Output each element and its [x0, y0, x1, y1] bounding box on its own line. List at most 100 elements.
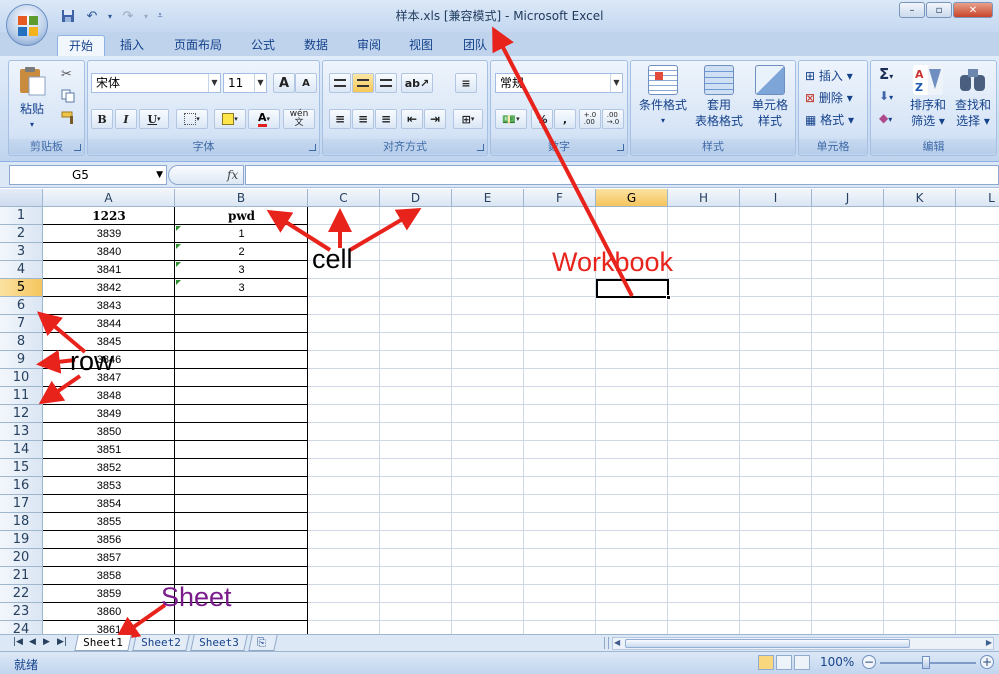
cell-a6[interactable]: 3843: [43, 297, 175, 315]
row-header-15[interactable]: 15: [0, 459, 43, 477]
row-header-2[interactable]: 2: [0, 225, 43, 243]
column-header-c[interactable]: C: [308, 189, 380, 207]
align-top-button[interactable]: [329, 73, 351, 93]
shrink-font-button[interactable]: A: [295, 73, 317, 93]
scroll-left-icon[interactable]: ◀: [614, 638, 620, 647]
tab-split-handle[interactable]: [604, 637, 609, 649]
column-header-e[interactable]: E: [452, 189, 524, 207]
name-box[interactable]: G5 ▼: [9, 165, 167, 185]
scroll-right-icon[interactable]: ▶: [986, 638, 992, 647]
tab-data[interactable]: 数据: [300, 35, 332, 56]
merge-center-button[interactable]: ⊞ ▾: [453, 109, 483, 129]
row-header-11[interactable]: 11: [0, 387, 43, 405]
formula-input[interactable]: [245, 165, 999, 185]
cell-b1[interactable]: pwd: [175, 207, 308, 225]
row-header-3[interactable]: 3: [0, 243, 43, 261]
page-break-view-icon[interactable]: [794, 655, 810, 670]
cell-a16[interactable]: 3853: [43, 477, 175, 495]
zoom-slider-thumb[interactable]: [922, 656, 930, 669]
column-header-h[interactable]: H: [668, 189, 740, 207]
row-header-23[interactable]: 23: [0, 603, 43, 621]
font-size-select[interactable]: 11 ▼: [223, 73, 267, 93]
column-header-i[interactable]: I: [740, 189, 812, 207]
cell-a1[interactable]: 1223: [43, 207, 175, 225]
column-header-d[interactable]: D: [380, 189, 452, 207]
align-middle-button[interactable]: [352, 73, 374, 93]
cell-styles-button[interactable]: 单元格 样式: [745, 65, 795, 129]
align-left-button[interactable]: ≡: [329, 109, 351, 129]
row-header-18[interactable]: 18: [0, 513, 43, 531]
borders-button[interactable]: ▾: [176, 109, 208, 129]
horizontal-scroll-thumb[interactable]: [625, 639, 910, 648]
align-bottom-button[interactable]: [375, 73, 397, 93]
font-color-button[interactable]: A ▾: [248, 109, 280, 129]
tab-team[interactable]: 团队: [459, 35, 491, 56]
cell-a13[interactable]: 3850: [43, 423, 175, 441]
cell-a2[interactable]: 3839: [43, 225, 175, 243]
insert-function-button[interactable]: fx: [168, 165, 244, 185]
font-dialog-launcher[interactable]: [309, 144, 316, 151]
phonetic-button[interactable]: wén 文: [283, 109, 315, 129]
decrease-decimal-button[interactable]: .00 →.0: [602, 109, 624, 129]
cell-b12[interactable]: [175, 405, 308, 423]
office-button[interactable]: [6, 4, 48, 46]
paste-button[interactable]: 粘贴 ▾: [15, 65, 49, 133]
cell-a21[interactable]: 3858: [43, 567, 175, 585]
font-name-select[interactable]: 宋体 ▼: [91, 73, 221, 93]
cell-b2[interactable]: 1: [175, 225, 308, 243]
first-sheet-icon[interactable]: |◀: [13, 637, 23, 647]
row-header-10[interactable]: 10: [0, 369, 43, 387]
tab-home[interactable]: 开始: [57, 35, 106, 56]
cell-b3[interactable]: 2: [175, 243, 308, 261]
column-header-j[interactable]: J: [812, 189, 884, 207]
row-header-22[interactable]: 22: [0, 585, 43, 603]
tab-page-layout[interactable]: 页面布局: [170, 35, 226, 56]
cell-b8[interactable]: [175, 333, 308, 351]
format-painter-icon[interactable]: [61, 111, 77, 125]
decrease-indent-button[interactable]: ⇤: [401, 109, 423, 129]
tab-review[interactable]: 审阅: [353, 35, 385, 56]
zoom-out-button[interactable]: −: [862, 655, 876, 669]
cell-b13[interactable]: [175, 423, 308, 441]
grow-font-button[interactable]: A: [273, 73, 295, 93]
column-header-f[interactable]: F: [524, 189, 596, 207]
row-header-5[interactable]: 5: [0, 279, 43, 297]
accounting-format-button[interactable]: 💵 ▾: [495, 109, 527, 129]
cell-a22[interactable]: 3859: [43, 585, 175, 603]
row-header-13[interactable]: 13: [0, 423, 43, 441]
cell-b11[interactable]: [175, 387, 308, 405]
cell-b24[interactable]: [175, 621, 308, 634]
prev-sheet-icon[interactable]: ◀: [29, 637, 36, 647]
cell-a23[interactable]: 3860: [43, 603, 175, 621]
tab-view[interactable]: 视图: [405, 35, 437, 56]
column-header-b[interactable]: B: [175, 189, 308, 207]
worksheet-grid[interactable]: ABCDEFGHIJKL 1 2 3 4 5 6 7 8 9 10 11 12 13 14 15 16 17 18…: [0, 189, 999, 634]
row-header-19[interactable]: 19: [0, 531, 43, 549]
sheet-tab-1[interactable]: Sheet1: [74, 635, 132, 651]
row-header-7[interactable]: 7: [0, 315, 43, 333]
orientation-button[interactable]: ab↗: [401, 73, 433, 93]
row-header-16[interactable]: 16: [0, 477, 43, 495]
comma-button[interactable]: ,: [554, 109, 576, 129]
insert-sheet-button[interactable]: ⎘: [248, 635, 278, 651]
wrap-text-button[interactable]: ≡: [455, 73, 477, 93]
column-header-g[interactable]: G: [596, 189, 668, 207]
cell-a12[interactable]: 3849: [43, 405, 175, 423]
last-sheet-icon[interactable]: ▶|: [57, 637, 67, 647]
clipboard-dialog-launcher[interactable]: [74, 144, 81, 151]
page-layout-view-icon[interactable]: [776, 655, 792, 670]
row-header-12[interactable]: 12: [0, 405, 43, 423]
row-header-20[interactable]: 20: [0, 549, 43, 567]
increase-decimal-button[interactable]: +.0 .00: [579, 109, 601, 129]
horizontal-scrollbar[interactable]: ◀ ▶: [612, 637, 994, 650]
cell-a18[interactable]: 3855: [43, 513, 175, 531]
increase-indent-button[interactable]: ⇥: [424, 109, 446, 129]
cell-a19[interactable]: 3856: [43, 531, 175, 549]
alignment-dialog-launcher[interactable]: [477, 144, 484, 151]
cell-b20[interactable]: [175, 549, 308, 567]
cell-b18[interactable]: [175, 513, 308, 531]
cell-b4[interactable]: 3: [175, 261, 308, 279]
sort-filter-button[interactable]: AZ 排序和 筛选 ▾: [905, 65, 951, 129]
fill-handle[interactable]: [666, 295, 671, 300]
find-select-button[interactable]: 查找和 选择 ▾: [951, 65, 995, 129]
